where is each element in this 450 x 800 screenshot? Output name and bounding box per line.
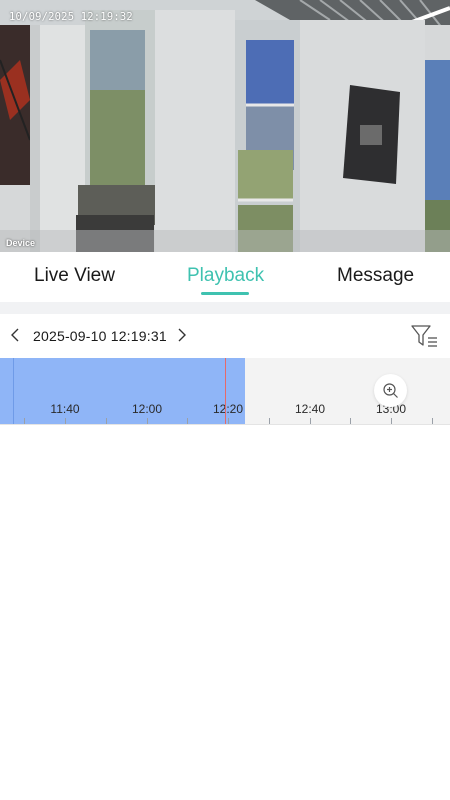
recorded-segment	[0, 358, 245, 424]
section-divider	[0, 302, 450, 314]
chevron-left-icon[interactable]	[8, 327, 24, 343]
playhead-cursor[interactable]	[225, 358, 226, 424]
segment-edge	[13, 358, 14, 424]
tab-playback[interactable]: Playback	[187, 265, 264, 287]
tab-message[interactable]: Message	[337, 265, 414, 287]
tick-label: 11:40	[50, 402, 80, 416]
recordings-list-area	[0, 425, 450, 800]
active-tab-indicator	[201, 292, 249, 295]
chevron-right-icon[interactable]	[174, 327, 190, 343]
zoom-in-icon[interactable]	[374, 374, 407, 407]
tick-label: 12:20	[212, 402, 244, 416]
tab-live-view[interactable]: Live View	[34, 265, 115, 287]
video-timestamp: 10/09/2025 12:19:32	[9, 11, 133, 23]
playback-timeline[interactable]: 11:40 12:00 12:20 12:40 13:00	[0, 358, 450, 424]
camera-video-feed[interactable]: 10/09/2025 12:19:32 Device	[0, 0, 450, 252]
filter-list-icon[interactable]	[410, 323, 440, 349]
date-navigation-bar: 2025-09-10 12:19:31	[0, 314, 450, 358]
tick-label: 12:40	[294, 402, 326, 416]
view-tabs: Live View Playback Message	[0, 252, 450, 302]
playback-datetime[interactable]: 2025-09-10 12:19:31	[33, 328, 167, 344]
camera-scene	[0, 0, 450, 252]
tick-label: 12:00	[131, 402, 163, 416]
device-label: Device	[6, 238, 36, 248]
